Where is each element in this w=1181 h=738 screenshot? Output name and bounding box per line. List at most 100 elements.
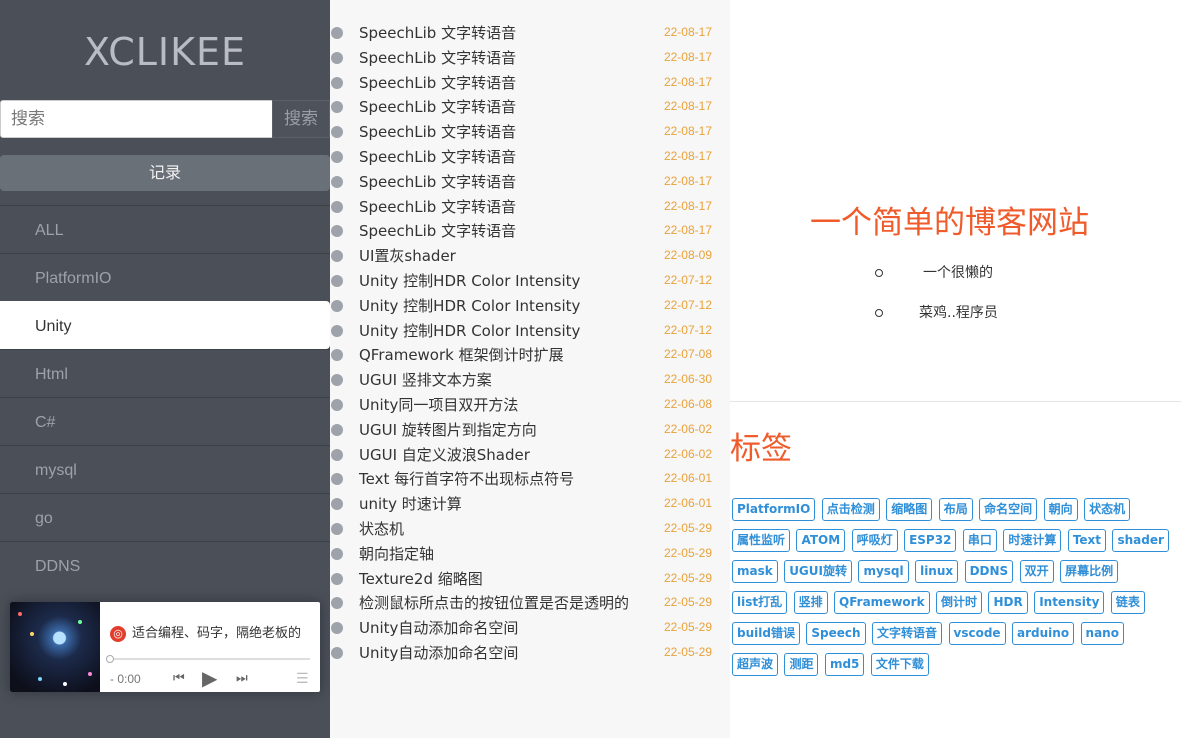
tag-link[interactable]: md5 xyxy=(824,653,865,676)
tag-link[interactable]: HDR xyxy=(988,591,1028,614)
tag-link[interactable]: 属性监听 xyxy=(732,529,791,552)
post-title[interactable]: Unity自动添加命名空间 xyxy=(359,617,518,638)
tag-link[interactable]: 链表 xyxy=(1110,591,1145,614)
post-item[interactable]: SpeechLib 文字转语音 22-08-17 xyxy=(330,45,730,69)
post-item[interactable]: UGUI 自定义波浪Shader 22-06-02 xyxy=(330,442,730,466)
tag-link[interactable]: 缩略图 xyxy=(886,498,933,521)
tag-link[interactable]: PlatformIO xyxy=(732,498,816,521)
tag-link[interactable]: 朝向 xyxy=(1043,498,1078,521)
post-item[interactable]: SpeechLib 文字转语音 22-08-17 xyxy=(330,194,730,218)
tag-link[interactable]: Text xyxy=(1067,529,1107,552)
post-item[interactable]: UGUI 竖排文本方案 22-06-30 xyxy=(330,367,730,391)
post-item[interactable]: SpeechLib 文字转语音 22-08-17 xyxy=(330,119,730,143)
tag-link[interactable]: arduino xyxy=(1012,622,1075,645)
tag-link[interactable]: ESP32 xyxy=(904,529,957,552)
post-title[interactable]: Unity自动添加命名空间 xyxy=(359,642,518,663)
post-title[interactable]: Texture2d 缩略图 xyxy=(359,568,483,589)
post-title[interactable]: UI置灰shader xyxy=(359,245,456,266)
category-item[interactable]: C# xyxy=(0,397,330,445)
post-title[interactable]: 朝向指定轴 xyxy=(359,543,434,564)
post-title[interactable]: SpeechLib 文字转语音 xyxy=(359,22,516,43)
tag-link[interactable]: 时速计算 xyxy=(1003,529,1062,552)
tag-link[interactable]: 呼吸灯 xyxy=(851,529,898,552)
post-item[interactable]: SpeechLib 文字转语音 22-08-17 xyxy=(330,94,730,118)
play-icon[interactable]: ▶ xyxy=(202,666,217,691)
tag-link[interactable]: 超声波 xyxy=(732,653,779,676)
post-item[interactable]: 朝向指定轴 22-05-29 xyxy=(330,541,730,565)
post-title[interactable]: Unity同一项目双开方法 xyxy=(359,394,518,415)
post-title[interactable]: UGUI 旋转图片到指定方向 xyxy=(359,419,537,440)
tag-link[interactable]: 串口 xyxy=(962,529,997,552)
post-title[interactable]: 检测鼠标所点击的按钮位置是否是透明的 xyxy=(359,592,629,613)
tag-link[interactable]: Speech xyxy=(806,622,866,645)
category-item[interactable]: mysql xyxy=(0,445,330,493)
tag-link[interactable]: 测距 xyxy=(784,653,819,676)
tag-link[interactable]: 文件下载 xyxy=(870,653,929,676)
post-title[interactable]: UGUI 竖排文本方案 xyxy=(359,369,492,390)
post-item[interactable]: Unity 控制HDR Color Intensity 22-07-12 xyxy=(330,268,730,292)
category-item[interactable]: Unity xyxy=(0,301,330,349)
post-item[interactable]: 状态机 22-05-29 xyxy=(330,516,730,540)
post-item[interactable]: Texture2d 缩略图 22-05-29 xyxy=(330,566,730,590)
tag-link[interactable]: 竖排 xyxy=(793,591,828,614)
progress-handle[interactable] xyxy=(106,655,114,663)
tag-link[interactable]: nano xyxy=(1080,622,1124,645)
post-item[interactable]: QFramework 框架倒计时扩展 22-07-08 xyxy=(330,342,730,366)
tag-link[interactable]: mysql xyxy=(858,560,909,583)
post-item[interactable]: UI置灰shader 22-08-09 xyxy=(330,243,730,267)
post-item[interactable]: 检测鼠标所点击的按钮位置是否是透明的 22-05-29 xyxy=(330,590,730,614)
post-title[interactable]: SpeechLib 文字转语音 xyxy=(359,220,516,241)
post-title[interactable]: SpeechLib 文字转语音 xyxy=(359,47,516,68)
post-item[interactable]: Unity自动添加命名空间 22-05-29 xyxy=(330,640,730,664)
tag-link[interactable]: shader xyxy=(1112,529,1169,552)
post-item[interactable]: UGUI 旋转图片到指定方向 22-06-02 xyxy=(330,417,730,441)
post-title[interactable]: unity 时速计算 xyxy=(359,493,462,514)
tag-link[interactable]: QFramework xyxy=(834,591,930,614)
tag-link[interactable]: build错误 xyxy=(732,622,800,645)
album-cover[interactable] xyxy=(10,602,100,692)
category-item[interactable]: ALL xyxy=(0,205,330,253)
post-item[interactable]: Text 每行首字符不出现标点符号 22-06-01 xyxy=(330,466,730,490)
post-item[interactable]: SpeechLib 文字转语音 22-08-17 xyxy=(330,70,730,94)
post-title[interactable]: SpeechLib 文字转语音 xyxy=(359,146,516,167)
tag-link[interactable]: 命名空间 xyxy=(979,498,1038,521)
search-button[interactable]: 搜索 xyxy=(272,100,330,138)
tag-link[interactable]: 双开 xyxy=(1019,560,1054,583)
tag-link[interactable]: ATOM xyxy=(796,529,846,552)
tag-link[interactable]: list打乱 xyxy=(732,591,788,614)
tag-link[interactable]: 文字转语音 xyxy=(872,622,943,645)
search-input[interactable] xyxy=(0,100,282,138)
post-title[interactable]: SpeechLib 文字转语音 xyxy=(359,96,516,117)
progress-bar[interactable] xyxy=(106,655,310,663)
tag-link[interactable]: 倒计时 xyxy=(936,591,983,614)
post-item[interactable]: SpeechLib 文字转语音 22-08-17 xyxy=(330,144,730,168)
post-item[interactable]: SpeechLib 文字转语音 22-08-17 xyxy=(330,169,730,193)
next-icon[interactable]: ⏭ xyxy=(236,670,248,686)
record-button[interactable]: 记录 xyxy=(0,155,330,191)
tag-link[interactable]: linux xyxy=(915,560,959,583)
post-item[interactable]: Unity 控制HDR Color Intensity 22-07-12 xyxy=(330,318,730,342)
post-title[interactable]: SpeechLib 文字转语音 xyxy=(359,171,516,192)
post-item[interactable]: SpeechLib 文字转语音 22-08-17 xyxy=(330,218,730,242)
post-title[interactable]: Unity 控制HDR Color Intensity xyxy=(359,320,580,341)
post-title[interactable]: Text 每行首字符不出现标点符号 xyxy=(359,468,574,489)
post-title[interactable]: SpeechLib 文字转语音 xyxy=(359,121,516,142)
site-logo[interactable]: XCLIKEE xyxy=(0,30,330,74)
tag-link[interactable]: Intensity xyxy=(1034,591,1105,614)
tag-link[interactable]: DDNS xyxy=(964,560,1014,583)
post-title[interactable]: UGUI 自定义波浪Shader xyxy=(359,444,530,465)
post-title[interactable]: Unity 控制HDR Color Intensity xyxy=(359,270,580,291)
tag-link[interactable]: 布局 xyxy=(938,498,973,521)
post-title[interactable]: Unity 控制HDR Color Intensity xyxy=(359,295,580,316)
post-item[interactable]: Unity自动添加命名空间 22-05-29 xyxy=(330,615,730,639)
category-item[interactable]: PlatformIO xyxy=(0,253,330,301)
post-title[interactable]: QFramework 框架倒计时扩展 xyxy=(359,344,564,365)
category-item[interactable]: go xyxy=(0,493,330,541)
post-item[interactable]: Unity同一项目双开方法 22-06-08 xyxy=(330,392,730,416)
post-item[interactable]: SpeechLib 文字转语音 22-08-17 xyxy=(330,20,730,44)
tag-link[interactable]: 点击检测 xyxy=(821,498,880,521)
post-item[interactable]: Unity 控制HDR Color Intensity 22-07-12 xyxy=(330,293,730,317)
tag-link[interactable]: 屏幕比例 xyxy=(1060,560,1119,583)
post-title[interactable]: SpeechLib 文字转语音 xyxy=(359,72,516,93)
tag-link[interactable]: vscode xyxy=(948,622,1006,645)
